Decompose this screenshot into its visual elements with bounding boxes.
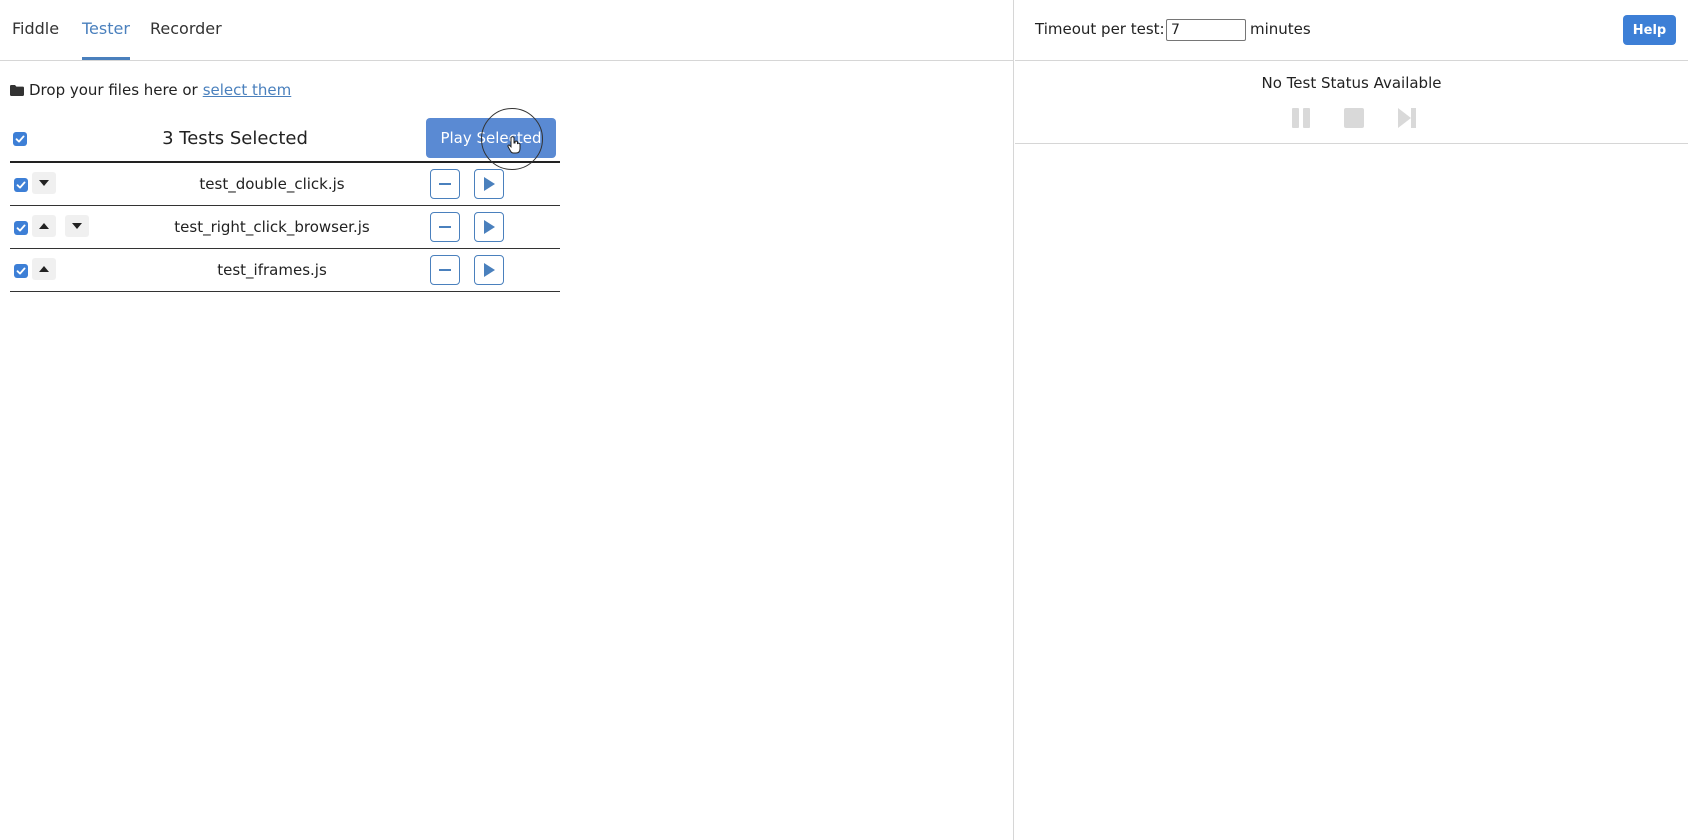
test-list: 3 Tests Selected Play Selected test_doub… [10, 112, 560, 292]
timeout-input[interactable] [1166, 19, 1246, 41]
checkmark-icon [16, 181, 26, 189]
caret-up-icon [39, 223, 49, 229]
test-checkbox[interactable] [14, 264, 28, 278]
stop-button[interactable] [1343, 107, 1365, 129]
test-list-header: 3 Tests Selected Play Selected [10, 112, 560, 163]
test-file-name: test_right_click_browser.js [174, 218, 370, 236]
test-checkbox[interactable] [14, 178, 28, 192]
tab-tester[interactable]: Tester [82, 0, 130, 60]
play-icon [484, 263, 495, 277]
tester-pane: Fiddle Tester Recorder Drop your files h… [0, 0, 1014, 840]
test-row: test_double_click.js [10, 163, 560, 206]
pause-button[interactable] [1290, 107, 1312, 129]
caret-down-icon [72, 223, 82, 229]
checkmark-icon [15, 135, 25, 143]
minus-icon [439, 226, 451, 228]
move-up-button[interactable] [32, 258, 56, 280]
skip-next-button[interactable] [1396, 107, 1418, 129]
timeout-unit: minutes [1250, 20, 1311, 38]
remove-test-button[interactable] [430, 212, 460, 242]
test-file-name: test_double_click.js [199, 175, 345, 193]
remove-test-button[interactable] [430, 169, 460, 199]
move-down-button[interactable] [65, 215, 89, 237]
test-status-text: No Test Status Available [1261, 74, 1442, 92]
test-row: test_right_click_browser.js [10, 206, 560, 249]
checkmark-icon [16, 224, 26, 232]
tab-fiddle[interactable]: Fiddle [12, 0, 59, 60]
runner-pane: Timeout per test: minutes Help No Test S… [1015, 0, 1688, 840]
play-test-button[interactable] [474, 169, 504, 199]
play-icon [484, 220, 495, 234]
minus-icon [439, 183, 451, 185]
test-checkbox[interactable] [14, 221, 28, 235]
play-test-button[interactable] [474, 255, 504, 285]
minus-icon [439, 269, 451, 271]
folder-icon [10, 84, 24, 96]
select-files-link[interactable]: select them [203, 81, 292, 99]
pause-icon [1292, 108, 1310, 128]
timeout-label: Timeout per test: [1035, 20, 1165, 38]
runner-toolbar: Timeout per test: minutes Help [1015, 0, 1688, 61]
select-all-checkbox[interactable] [13, 132, 27, 146]
move-down-button[interactable] [32, 172, 56, 194]
selected-count-title: 3 Tests Selected [162, 128, 308, 149]
test-row: test_iframes.js [10, 249, 560, 292]
play-icon [484, 177, 495, 191]
test-status-panel: No Test Status Available [1015, 61, 1688, 144]
file-dropzone[interactable]: Drop your files here or select them [10, 81, 291, 99]
stop-icon [1344, 108, 1364, 128]
caret-down-icon [39, 180, 49, 186]
test-file-name: test_iframes.js [217, 261, 327, 279]
remove-test-button[interactable] [430, 255, 460, 285]
tab-bar: Fiddle Tester Recorder [0, 0, 1014, 61]
help-button[interactable]: Help [1623, 15, 1676, 45]
tab-recorder[interactable]: Recorder [150, 0, 222, 60]
dropzone-text: Drop your files here or [29, 81, 198, 99]
play-selected-button[interactable]: Play Selected [426, 118, 556, 158]
move-up-button[interactable] [32, 215, 56, 237]
caret-up-icon [39, 266, 49, 272]
checkmark-icon [16, 267, 26, 275]
play-test-button[interactable] [474, 212, 504, 242]
skip-next-icon [1398, 108, 1416, 128]
